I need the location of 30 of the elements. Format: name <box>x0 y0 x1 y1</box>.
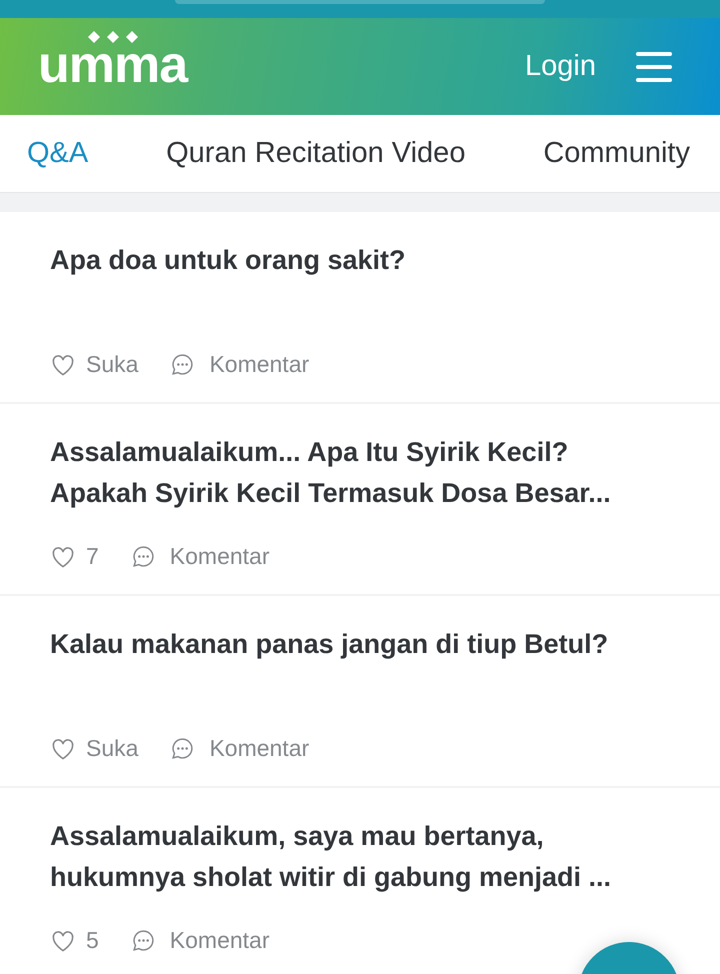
comment-icon[interactable] <box>130 544 156 569</box>
heart-icon[interactable] <box>50 736 76 760</box>
comment-link[interactable]: Komentar <box>170 927 270 954</box>
like-count[interactable]: 5 <box>86 927 99 954</box>
nav-tab[interactable]: Community <box>543 137 690 170</box>
comment-link[interactable]: Komentar <box>170 543 270 570</box>
comment-icon[interactable] <box>170 736 196 761</box>
question-card[interactable]: Assalamualaikum... Apa Itu Syirik Kecil? Apakah Syirik Kecil Termasuk Dosa Besar... 7 Komentar <box>0 404 720 594</box>
question-card[interactable]: Assalamualaikum, saya mau bertanya, hukumnya sholat witir di gabung menjadi ... 5 Komentar <box>0 788 720 974</box>
menu-icon[interactable] <box>636 50 672 82</box>
like-count[interactable]: Suka <box>86 351 138 378</box>
like-count[interactable]: 7 <box>86 543 99 570</box>
heart-icon[interactable] <box>50 352 76 376</box>
like-count[interactable]: Suka <box>86 735 138 762</box>
logo[interactable]: umma <box>38 30 188 96</box>
question-title[interactable]: Assalamualaikum, saya mau bertanya, hukumnya sholat witir di gabung menjadi ... <box>50 816 670 898</box>
nav-tab[interactable]: Quran Recitation Video <box>166 137 466 170</box>
nav-tab[interactable]: Q&A <box>27 137 88 170</box>
question-title[interactable]: Kalau makanan panas jangan di tiup Betul? <box>50 624 670 706</box>
comment-link[interactable]: Komentar <box>209 735 310 762</box>
comment-link[interactable]: Komentar <box>209 351 310 378</box>
question-card[interactable]: Kalau makanan panas jangan di tiup Betul? Suka Komentar <box>0 596 720 786</box>
question-title[interactable]: Assalamualaikum... Apa Itu Syirik Kecil? Apakah Syirik Kecil Termasuk Dosa Besar... <box>50 432 670 514</box>
question-card[interactable]: Apa doa untuk orang sakit? Suka Komentar <box>0 212 720 402</box>
heart-icon[interactable] <box>50 928 76 952</box>
comment-icon[interactable] <box>170 352 196 377</box>
login-link[interactable]: Login <box>525 50 596 83</box>
question-title[interactable]: Apa doa untuk orang sakit? <box>50 240 670 322</box>
heart-icon[interactable] <box>50 544 76 568</box>
comment-icon[interactable] <box>130 928 156 953</box>
